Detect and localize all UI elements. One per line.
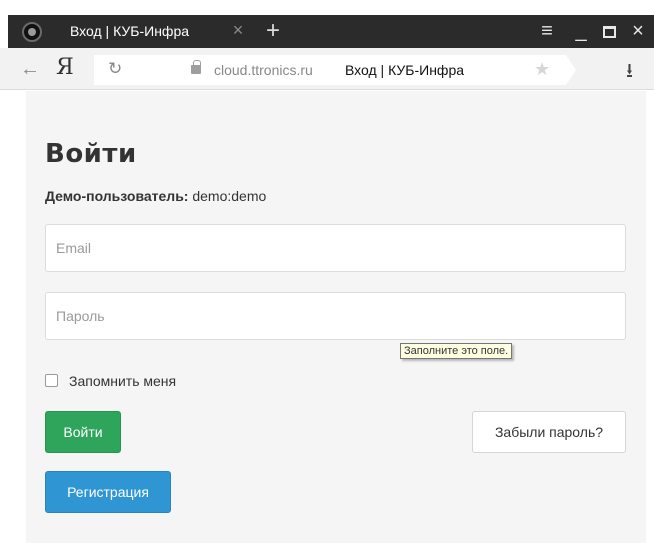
tab-close-icon[interactable]: ×	[229, 20, 247, 40]
address-bar: ← Я ↻ cloud.ttronics.ru Вход | КУБ-Инфра…	[0, 48, 654, 90]
register-button[interactable]: Регистрация	[45, 471, 171, 513]
back-icon[interactable]: ←	[20, 58, 40, 81]
demo-user-value: demo:demo	[188, 188, 267, 204]
download-icon[interactable]: ⭳	[626, 56, 633, 90]
password-input[interactable]	[45, 292, 626, 340]
favicon-icon	[22, 22, 42, 42]
login-card: Войти Демо-пользователь: demo:demo Запол…	[26, 91, 646, 543]
new-tab-button[interactable]: +	[262, 18, 284, 44]
url-field[interactable]: ↻ cloud.ttronics.ru Вход | КУБ-Инфра ★	[94, 55, 576, 85]
forgot-password-button[interactable]: Забыли пароль?	[472, 411, 626, 453]
menu-icon[interactable]: ≡	[536, 18, 558, 44]
reload-icon[interactable]: ↻	[108, 59, 122, 79]
close-icon[interactable]: ×	[627, 18, 649, 44]
url-page-title: Вход | КУБ-Инфра	[345, 62, 465, 78]
yandex-logo[interactable]: Я	[56, 55, 74, 80]
browser-tabbar: Вход | КУБ-Инфра × + ≡ _ ×	[0, 0, 654, 48]
url-domain: cloud.ttronics.ru	[214, 62, 313, 78]
tab-login[interactable]: Вход | КУБ-Инфра ×	[14, 15, 252, 48]
star-icon[interactable]: ★	[534, 59, 550, 80]
page-content: Войти Демо-пользователь: demo:demo Запол…	[0, 91, 654, 543]
demo-user-label: Демо-пользователь:	[45, 188, 189, 204]
validation-tooltip: Заполните это поле.	[400, 343, 513, 359]
remember-me-checkbox[interactable]	[45, 374, 58, 387]
lock-icon[interactable]	[191, 60, 201, 74]
maximize-icon[interactable]	[598, 18, 620, 44]
remember-me-label[interactable]: Запомнить меня	[69, 373, 176, 389]
login-button[interactable]: Войти	[45, 411, 121, 453]
tab-title: Вход | КУБ-Инфра	[70, 23, 190, 39]
minimize-icon[interactable]: _	[570, 18, 592, 44]
email-input[interactable]	[45, 224, 626, 272]
page-title: Войти	[45, 139, 137, 169]
demo-user-info: Демо-пользователь: demo:demo	[45, 188, 266, 204]
